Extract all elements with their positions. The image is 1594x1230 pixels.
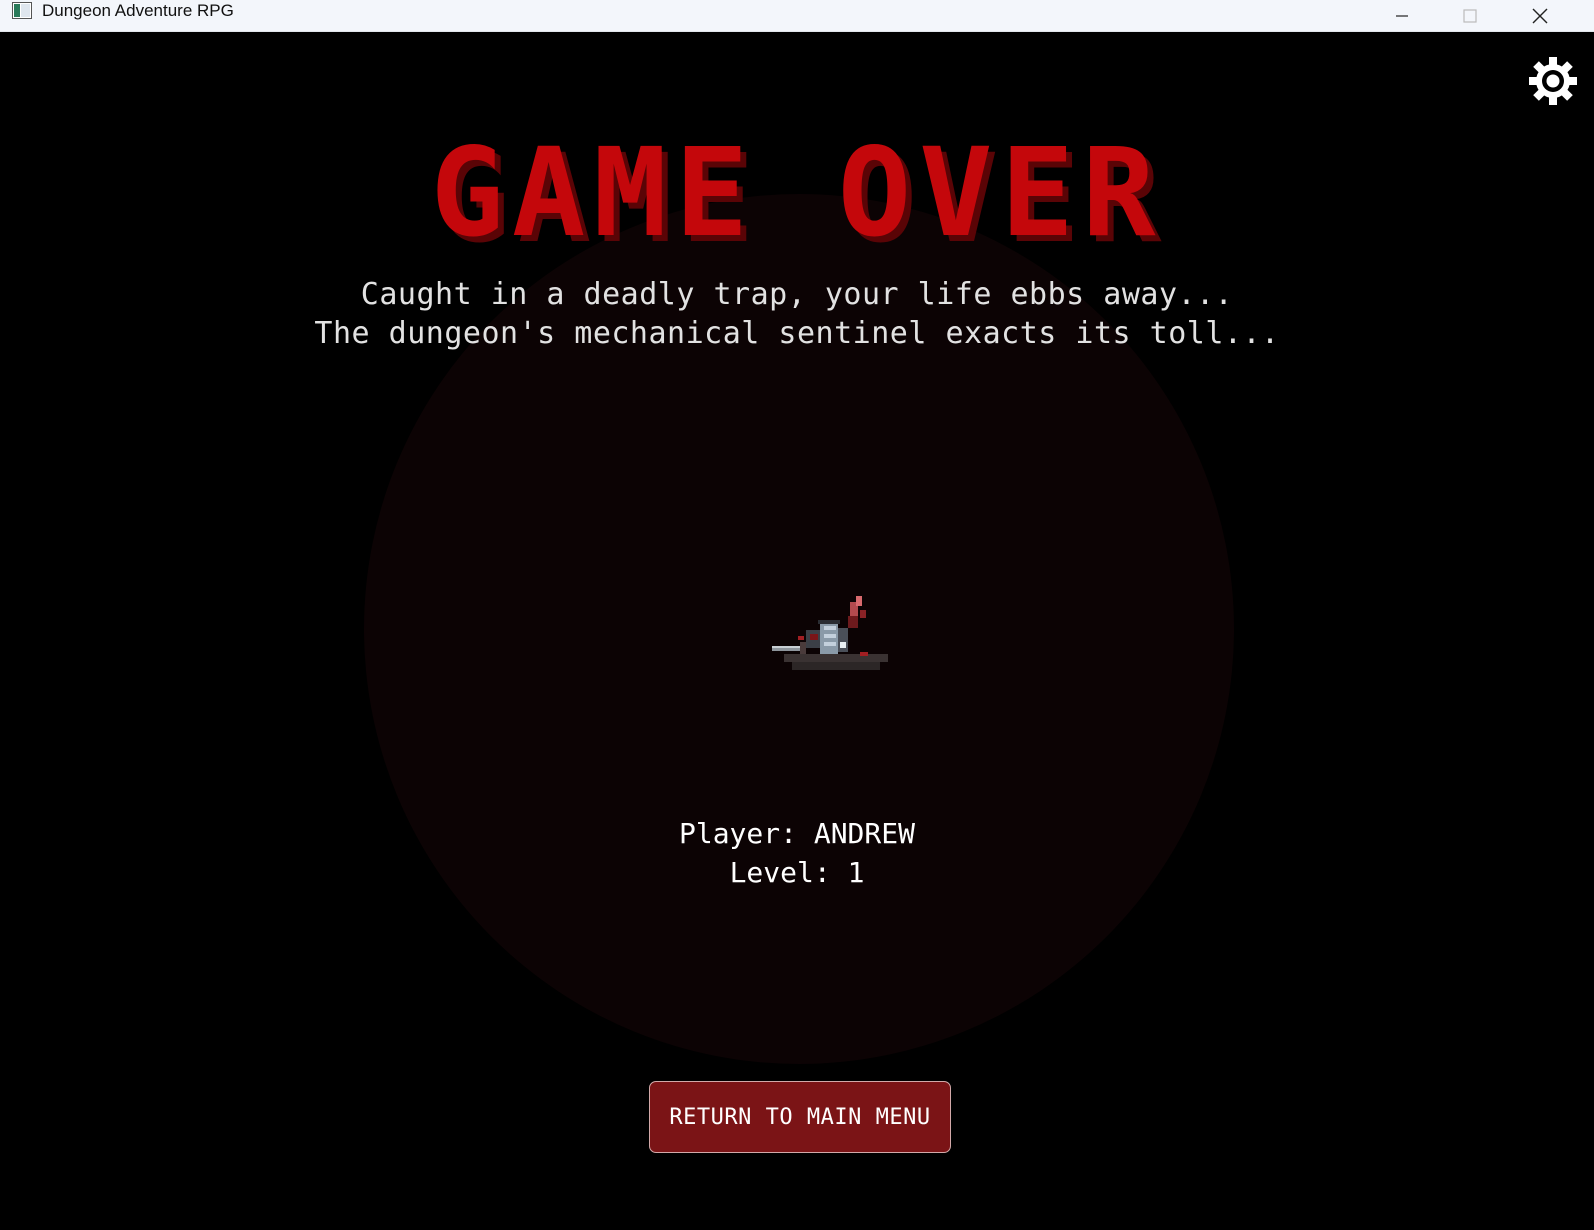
fallen-knight-sprite [770,592,894,676]
settings-button[interactable] [1526,54,1580,108]
maximize-icon [1463,9,1477,23]
close-button[interactable] [1510,0,1570,32]
flavor-text-line-2: The dungeon's mechanical sentinel exacts… [314,316,1280,351]
maximize-button[interactable] [1440,0,1500,32]
window-title: Dungeon Adventure RPG [42,1,234,20]
minimize-icon [1396,15,1408,17]
flavor-text-line-1: Caught in a deadly trap, your life ebbs … [360,277,1234,312]
player-level: Level: 1 [729,856,865,889]
game-over-title: GAME OVER [430,122,1164,264]
gear-icon [1529,57,1577,105]
title-bar: Dungeon Adventure RPG [0,0,1594,32]
player-name: Player: ANDREW [678,817,915,850]
game-over-screen: GAME OVER Caught in a deadly trap, your … [0,32,1594,1230]
game-window: Dungeon Adventure RPG GAME OVER Caught i… [0,0,1594,1230]
minimize-button[interactable] [1372,0,1432,32]
close-icon [1532,8,1548,24]
return-to-main-menu-button[interactable]: RETURN TO MAIN MENU [649,1081,951,1153]
app-icon [12,2,32,19]
